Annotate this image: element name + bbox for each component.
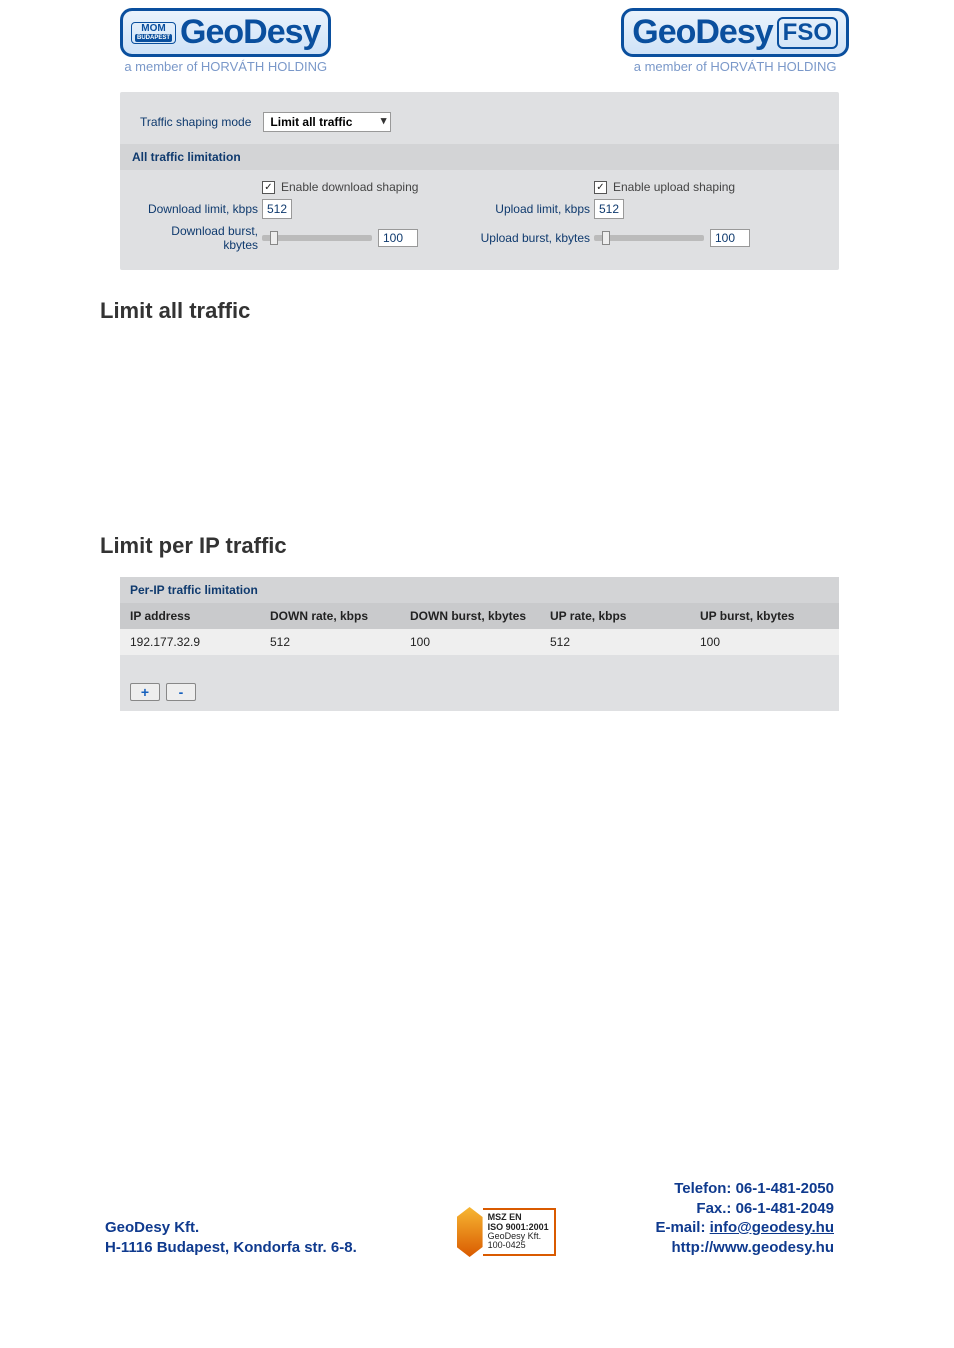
mode-select[interactable]: Limit all traffic — [263, 112, 391, 132]
footer-email-label: E-mail: — [655, 1219, 709, 1236]
download-burst-label: Download burst, kbytes — [138, 224, 258, 252]
enable-upload-label: Enable upload shaping — [613, 180, 735, 194]
upload-limit-input[interactable]: 512 — [594, 199, 624, 219]
cell-down-burst: 100 — [410, 635, 550, 649]
remove-row-button[interactable]: - — [166, 683, 196, 701]
logo-right: GeoDesy FSO a member of HORVÁTH HOLDING — [621, 8, 849, 74]
logo-fso: FSO — [777, 17, 838, 49]
download-limit-label: Download limit, kbps — [138, 202, 258, 216]
footer-iso-badge: MSZ EN ISO 9001:2001 GeoDesy Kft. 100-04… — [457, 1207, 556, 1257]
footer: GeoDesy Kft. H-1116 Budapest, Kondorfa s… — [20, 1179, 934, 1277]
section-limit-all-heading: Limit all traffic — [100, 298, 934, 324]
cell-up-rate: 512 — [550, 635, 700, 649]
per-ip-columns: IP address DOWN rate, kbps DOWN burst, k… — [120, 603, 839, 629]
table-row[interactable]: 192.177.32.9 512 100 512 100 — [120, 629, 839, 655]
col-ip: IP address — [130, 609, 270, 623]
hidden-text-block-1: Enable download shaping – Letöltés korlá… — [120, 332, 934, 505]
col-up-burst: UP burst, kbytes — [700, 609, 830, 623]
iso-mark-icon — [457, 1207, 483, 1257]
upload-burst-label: Upload burst, kbytes — [460, 231, 590, 245]
logo-geodesy-left: GeoDesy — [180, 13, 320, 52]
col-down-burst: DOWN burst, kbytes — [410, 609, 550, 623]
header-logos: MOM BUDAPEST GeoDesy a member of HORVÁTH… — [20, 0, 934, 82]
section-limit-per-ip-heading: Limit per IP traffic — [100, 533, 934, 559]
cell-up-burst: 100 — [700, 635, 830, 649]
iso-line4: 100-0425 — [488, 1241, 549, 1250]
download-limit-input[interactable]: 512 — [262, 199, 292, 219]
traffic-shaping-panel: Traffic shaping mode Limit all traffic A… — [120, 92, 839, 270]
upload-burst-input[interactable]: 100 — [710, 229, 750, 247]
footer-street: H-1116 Budapest, Kondorfa str. 6-8. — [105, 1238, 357, 1258]
logo-right-sub: a member of HORVÁTH HOLDING — [634, 59, 837, 74]
footer-contact: Telefon: 06-1-481-2050 Fax.: 06-1-481-20… — [655, 1179, 834, 1257]
per-ip-heading: Per-IP traffic limitation — [120, 577, 839, 603]
upload-burst-slider[interactable] — [594, 235, 704, 241]
col-down-rate: DOWN rate, kbps — [270, 609, 410, 623]
all-traffic-subhead: All traffic limitation — [120, 144, 839, 170]
logo-left-sub: a member of HORVÁTH HOLDING — [124, 59, 327, 74]
download-burst-slider[interactable] — [262, 235, 372, 241]
checkmark-icon: ✓ — [594, 181, 607, 194]
logo-left: MOM BUDAPEST GeoDesy a member of HORVÁTH… — [120, 8, 331, 74]
logo-mom-top: MOM — [141, 24, 165, 34]
cell-ip: 192.177.32.9 — [130, 635, 270, 649]
per-ip-panel: Per-IP traffic limitation IP address DOW… — [120, 577, 839, 711]
enable-download-label: Enable download shaping — [281, 180, 418, 194]
download-burst-input[interactable]: 100 — [378, 229, 418, 247]
col-up-rate: UP rate, kbps — [550, 609, 700, 623]
logo-geodesy-right: GeoDesy — [632, 13, 772, 52]
enable-download-checkbox[interactable]: ✓ Enable download shaping — [262, 180, 422, 194]
hidden-text-block-2: IP address – A szabályozni kívánt IP cím… — [120, 725, 934, 859]
footer-tel: Telefon: 06-1-481-2050 — [655, 1179, 834, 1199]
mode-label: Traffic shaping mode — [140, 115, 251, 129]
footer-address: GeoDesy Kft. H-1116 Budapest, Kondorfa s… — [105, 1218, 357, 1257]
footer-company: GeoDesy Kft. — [105, 1218, 357, 1238]
checkmark-icon: ✓ — [262, 181, 275, 194]
cell-down-rate: 512 — [270, 635, 410, 649]
footer-web: http://www.geodesy.hu — [655, 1238, 834, 1258]
footer-email-link[interactable]: info@geodesy.hu — [710, 1219, 834, 1236]
upload-limit-label: Upload limit, kbps — [460, 202, 590, 216]
add-row-button[interactable]: + — [130, 683, 160, 701]
enable-upload-checkbox[interactable]: ✓ Enable upload shaping — [594, 180, 754, 194]
footer-fax: Fax.: 06-1-481-2049 — [655, 1199, 834, 1219]
logo-mom-sub: BUDAPEST — [135, 34, 172, 42]
